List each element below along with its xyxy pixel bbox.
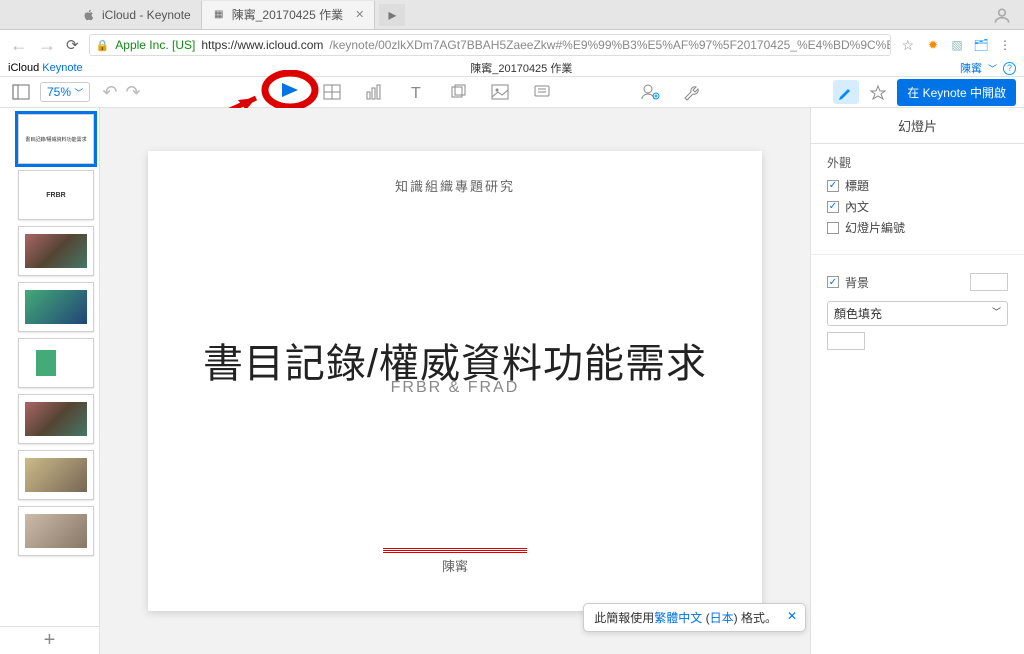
fill-type-select[interactable]: 顏色填充﹀ [827, 301, 1008, 326]
slide-thumbnail[interactable]: 7 [18, 450, 94, 500]
tab-icloud[interactable]: iCloud - Keynote [72, 1, 202, 29]
appearance-label: 外觀 [827, 154, 1008, 171]
shape-icon[interactable] [445, 80, 471, 104]
close-toast-icon[interactable]: ✕ [787, 609, 797, 623]
chevron-down-icon: ﹀ [992, 305, 1001, 322]
close-tab-icon[interactable]: ✕ [355, 8, 364, 21]
slide-topic: 知識組織專題研究 [148, 176, 762, 195]
apple-icon [82, 8, 96, 22]
format-inspector: 幻燈片 外觀 標題 內文 幻燈片編號 背景 顏色填充﹀ [810, 108, 1024, 654]
checkbox-title[interactable] [827, 180, 839, 192]
lock-icon: 🔒 [96, 39, 110, 52]
toast-region-link[interactable]: 日本 [710, 611, 734, 625]
annotation-scribble [383, 547, 527, 553]
undo-button[interactable]: ↶ [102, 82, 117, 103]
add-slide-button[interactable]: + [0, 626, 99, 654]
slide-thumbnail[interactable]: 6 [18, 394, 94, 444]
app-toolbar: 75% ﹀ ↶ ↷ T 在 Keynote 中開啟 [0, 76, 1024, 108]
new-tab-button[interactable]: ▸ [379, 4, 405, 26]
slide-subtitle: FRBR & FRAD [148, 379, 762, 397]
slide-thumbnail[interactable]: 1書目記錄/權威資料功能需求 [18, 114, 94, 164]
profile-icon[interactable] [992, 6, 1012, 26]
slide-thumbnail[interactable]: 2FRBR [18, 170, 94, 220]
tab-document[interactable]: ▦ 陳寗_20170425 作業 ✕ [202, 1, 376, 29]
chevron-down-icon: ﹀ [74, 88, 83, 98]
zoom-select[interactable]: 75% ﹀ [40, 82, 90, 102]
fill-swatch[interactable] [827, 332, 865, 350]
background-swatch[interactable] [970, 273, 1008, 291]
tab-label: iCloud - Keynote [102, 8, 191, 22]
breadcrumb-user[interactable]: 陳寗 [960, 60, 982, 76]
checkbox-slidenum[interactable] [827, 222, 839, 234]
canvas[interactable]: 知識組織專題研究 書目記錄/權威資料功能需求 FRBR & FRAD 陳寗 [100, 108, 810, 654]
image-icon[interactable] [487, 80, 513, 104]
tab-label: 陳寗_20170425 作業 [232, 6, 343, 23]
animate-panel-button[interactable] [865, 80, 891, 104]
open-in-keynote-button[interactable]: 在 Keynote 中開啟 [897, 79, 1016, 106]
url-path: /keynote/00zlkXDm7AGt7BBAH5ZaeeZkw#%E9%9… [329, 38, 891, 52]
redo-button[interactable]: ↷ [125, 82, 140, 103]
address-bar[interactable]: 🔒 Apple Inc. [US] https://www.icloud.com… [89, 34, 892, 56]
breadcrumb-section[interactable]: Keynote [42, 62, 82, 74]
slide-thumbnail[interactable]: 8 [18, 506, 94, 556]
breadcrumb-doc: 陳寗_20170425 作業 [470, 60, 572, 76]
checkbox-body[interactable] [827, 201, 839, 213]
chevron-down-icon[interactable]: ﹀ [988, 62, 997, 75]
text-icon[interactable]: T [403, 80, 429, 104]
table-icon[interactable] [319, 80, 345, 104]
slides-panel: 1書目記錄/權威資料功能需求 2FRBR 3 4 5 6 7 8 + [0, 108, 100, 654]
format-panel-button[interactable] [833, 80, 859, 104]
help-icon[interactable]: ? [1003, 62, 1016, 75]
comment-icon[interactable] [529, 80, 555, 104]
browser-nav: ← → ⟳ 🔒 Apple Inc. [US] https://www.iclo… [0, 30, 1024, 60]
breadcrumb: iCloud Keynote 陳寗_20170425 作業 陳寗 ﹀ ? [0, 60, 1024, 76]
svg-text:T: T [411, 85, 421, 100]
breadcrumb-app: iCloud [8, 62, 39, 74]
extension-icon[interactable]: 🗂 [972, 36, 990, 54]
menu-icon[interactable]: ⋮ [996, 36, 1014, 54]
bookmark-icon[interactable]: ☆ [901, 37, 914, 54]
chart-icon[interactable] [361, 80, 387, 104]
extension-icon[interactable]: ▧ [948, 36, 966, 54]
checkbox-background[interactable] [827, 276, 839, 288]
url-host: https://www.icloud.com [201, 38, 323, 52]
slide-author: 陳寗 [148, 556, 762, 575]
document-icon: ▦ [212, 8, 226, 22]
cert-org: Apple Inc. [US] [115, 38, 195, 52]
reload-button[interactable]: ⟳ [66, 36, 79, 54]
slide-thumbnail[interactable]: 4 [18, 282, 94, 332]
tools-icon[interactable] [679, 80, 705, 104]
toast-lang-link[interactable]: 繁體中文 [654, 611, 702, 625]
back-button[interactable]: ← [10, 35, 28, 56]
slide-thumbnail[interactable]: 5 [18, 338, 94, 388]
extension-icon[interactable]: ✹ [924, 36, 942, 54]
slide-thumbnail[interactable]: 3 [18, 226, 94, 276]
view-options-button[interactable] [8, 80, 34, 104]
inspector-tab-slide[interactable]: 幻燈片 [811, 108, 1024, 144]
forward-button[interactable]: → [38, 35, 56, 56]
browser-tab-strip: iCloud - Keynote ▦ 陳寗_20170425 作業 ✕ ▸ [0, 0, 1024, 30]
locale-toast: 此簡報使用繁體中文 (日本) 格式。 ✕ [583, 603, 806, 632]
slide[interactable]: 知識組織專題研究 書目記錄/權威資料功能需求 FRBR & FRAD 陳寗 [148, 151, 762, 611]
collaborate-icon[interactable] [637, 80, 663, 104]
